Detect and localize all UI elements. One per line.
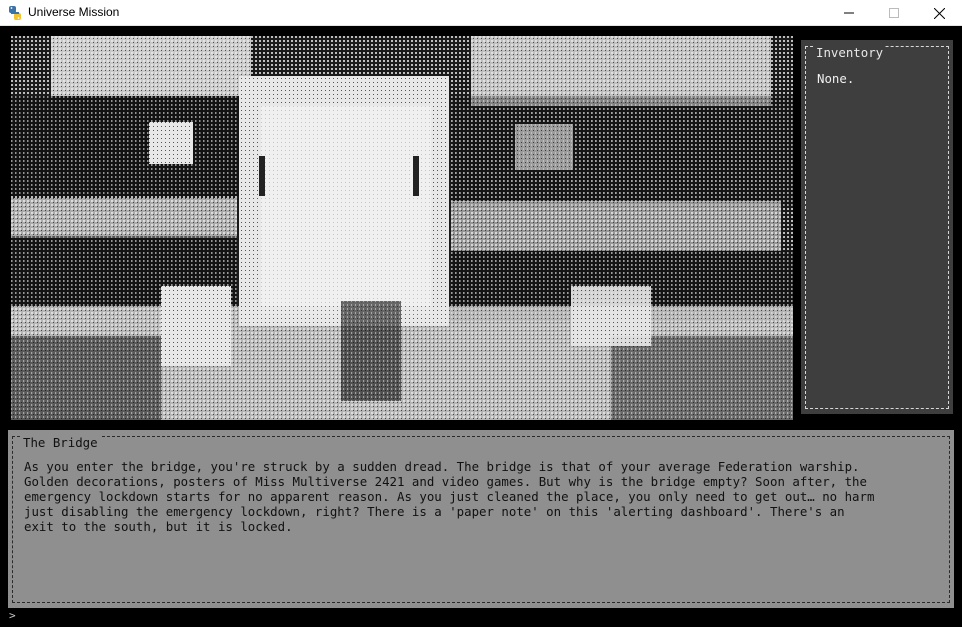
room-description: As you enter the bridge, you're struck b… (24, 459, 875, 534)
window-title: Universe Mission (28, 5, 120, 19)
scene-image (11, 36, 793, 420)
command-input[interactable]: > (9, 609, 16, 622)
minimize-icon (844, 12, 854, 14)
title-bar: Universe Mission (0, 0, 962, 26)
room-panel: The Bridge As you enter the bridge, you'… (8, 430, 954, 608)
inventory-frame: Inventory (805, 46, 949, 409)
close-button[interactable] (916, 0, 962, 26)
minimize-button[interactable] (826, 0, 872, 26)
maximize-icon (889, 8, 899, 18)
room-title: The Bridge (21, 435, 100, 450)
python-app-icon (7, 5, 23, 21)
maximize-button[interactable] (871, 0, 917, 26)
close-icon (933, 7, 945, 19)
inventory-content: None. (817, 71, 855, 86)
inventory-title: Inventory (814, 45, 886, 60)
inventory-panel: Inventory None. (801, 40, 953, 414)
